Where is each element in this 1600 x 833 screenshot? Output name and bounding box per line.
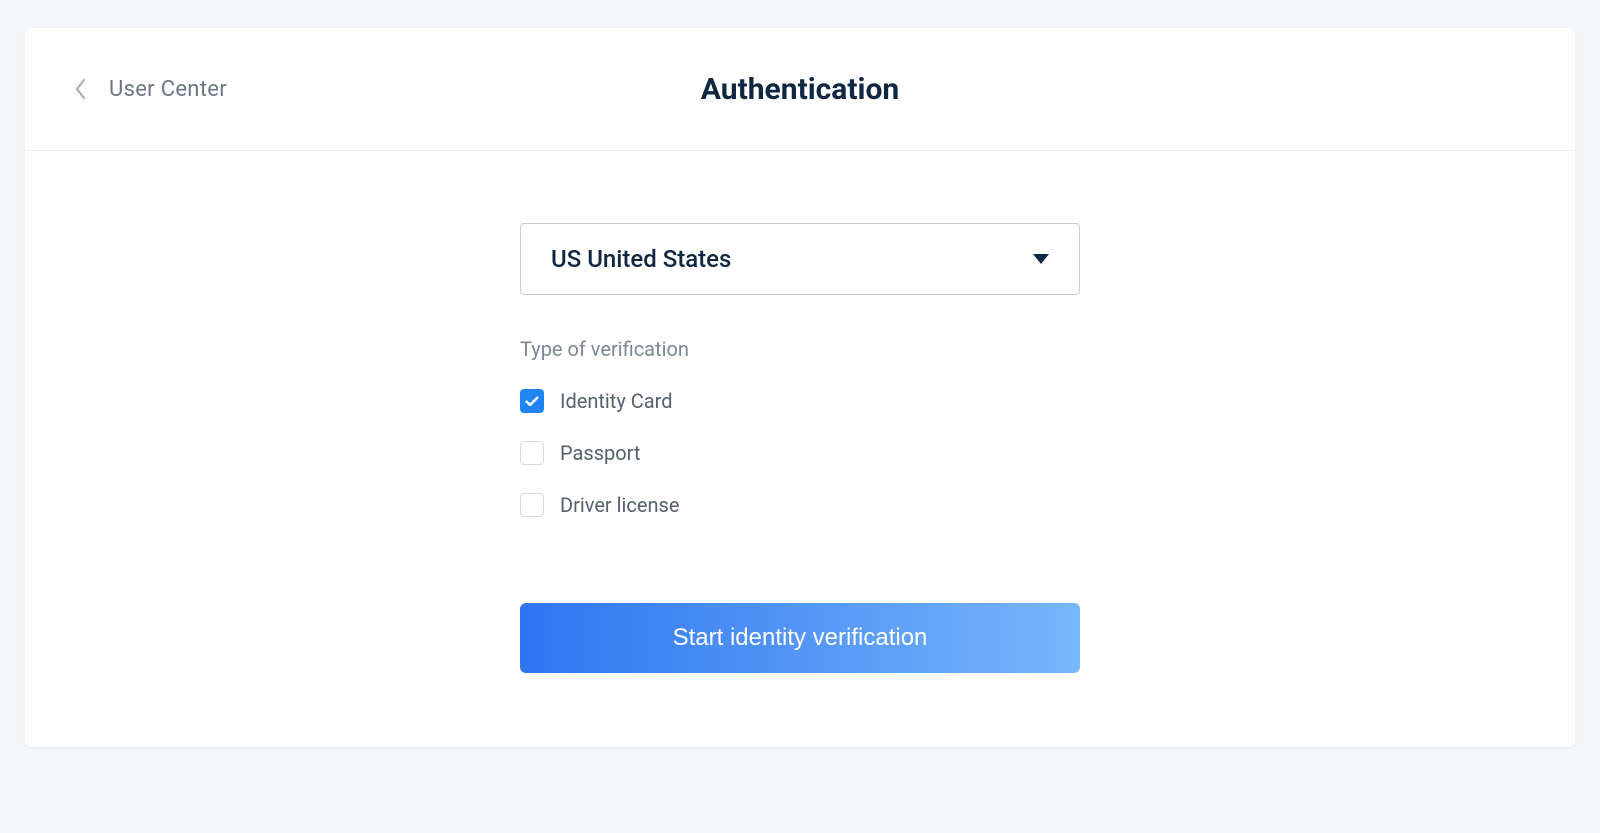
checkbox-passport[interactable] xyxy=(520,441,544,465)
caret-down-icon xyxy=(1033,254,1049,264)
verification-type-label: Type of verification xyxy=(520,337,1080,361)
option-passport[interactable]: Passport xyxy=(520,441,1080,465)
option-label: Passport xyxy=(560,441,640,465)
check-icon xyxy=(525,396,539,406)
checkbox-driver-license[interactable] xyxy=(520,493,544,517)
checkbox-identity-card[interactable] xyxy=(520,389,544,413)
option-identity-card[interactable]: Identity Card xyxy=(520,389,1080,413)
page-title: Authentication xyxy=(701,72,899,107)
authentication-card: User Center Authentication US United Sta… xyxy=(25,28,1575,747)
chevron-left-icon xyxy=(75,78,87,100)
option-label: Identity Card xyxy=(560,389,673,413)
country-select-value: US United States xyxy=(551,245,731,273)
option-driver-license[interactable]: Driver license xyxy=(520,493,1080,517)
start-verification-button[interactable]: Start identity verification xyxy=(520,603,1080,673)
back-to-user-center[interactable]: User Center xyxy=(75,77,227,102)
header-bar: User Center Authentication xyxy=(25,28,1575,151)
country-select[interactable]: US United States xyxy=(520,223,1080,295)
back-label: User Center xyxy=(109,77,227,102)
form-content: US United States Type of verification Id… xyxy=(520,151,1080,673)
option-label: Driver license xyxy=(560,493,679,517)
